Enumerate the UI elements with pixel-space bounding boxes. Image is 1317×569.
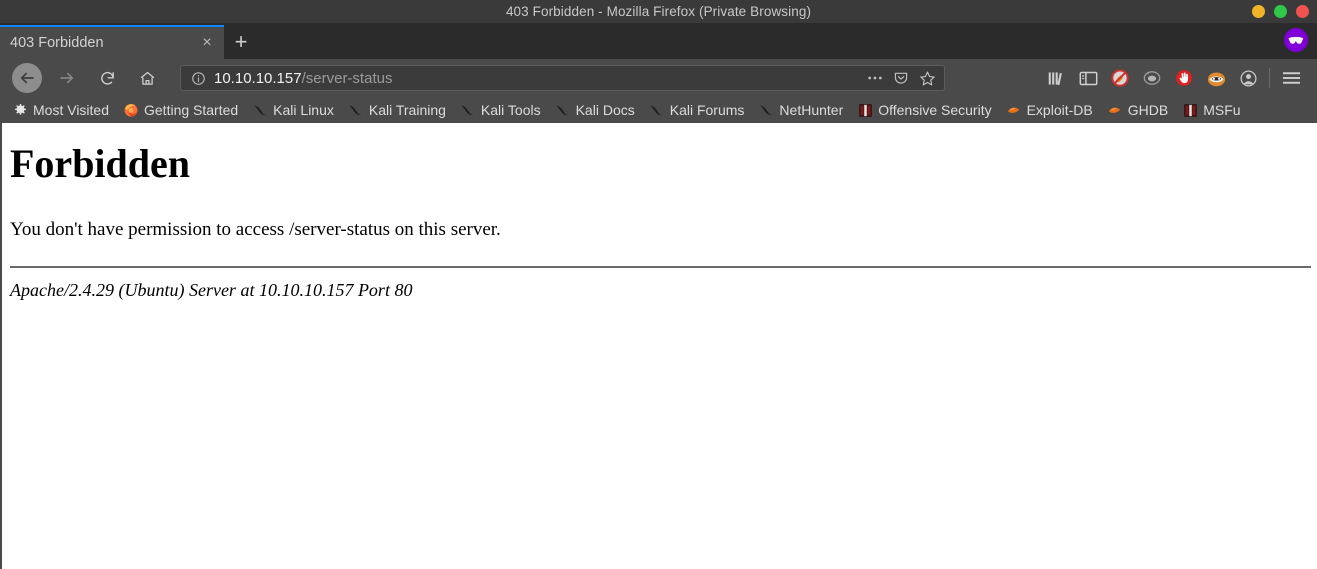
offsec-icon bbox=[1182, 102, 1198, 118]
bookmark-label: Exploit-DB bbox=[1026, 102, 1093, 118]
bookmark-label: Kali Tools bbox=[480, 102, 541, 118]
bookmarks-bar: Most Visited Getting Started Kali Linux … bbox=[0, 97, 1317, 123]
ellipsis-icon bbox=[868, 76, 882, 80]
sidebar-icon[interactable] bbox=[1072, 63, 1104, 93]
account-icon[interactable] bbox=[1232, 63, 1264, 93]
page-viewport: Forbidden You don't have permission to a… bbox=[0, 123, 1317, 569]
bookmark-label: Kali Docs bbox=[575, 102, 635, 118]
bookmark-label: NetHunter bbox=[779, 102, 844, 118]
kali-dragon-icon bbox=[555, 102, 571, 118]
home-icon bbox=[140, 71, 154, 85]
firefox-icon bbox=[123, 102, 139, 118]
tab-403-forbidden[interactable]: 403 Forbidden × bbox=[0, 25, 224, 59]
reload-button[interactable] bbox=[92, 63, 122, 93]
error-message: You don't have permission to access /ser… bbox=[10, 219, 501, 240]
bookmark-star-icon[interactable] bbox=[919, 70, 936, 87]
noscript-icon[interactable] bbox=[1104, 63, 1136, 93]
kali-dragon-icon bbox=[252, 102, 268, 118]
extension-gray-icon[interactable] bbox=[1136, 63, 1168, 93]
home-button[interactable] bbox=[132, 63, 162, 93]
horizontal-rule bbox=[10, 265, 1311, 268]
bookmark-kali-training[interactable]: Kali Training bbox=[346, 99, 452, 121]
bookmark-label: Kali Training bbox=[368, 102, 446, 118]
bookmark-label: Most Visited bbox=[33, 102, 109, 118]
url-text[interactable]: 10.10.10.157/server-status bbox=[214, 70, 867, 87]
pocket-icon[interactable] bbox=[893, 70, 909, 86]
offsec-icon bbox=[857, 102, 873, 118]
tab-title: 403 Forbidden bbox=[10, 35, 104, 51]
kali-dragon-icon bbox=[460, 102, 476, 118]
forward-button[interactable] bbox=[52, 63, 82, 93]
bookmark-nethunter[interactable]: NetHunter bbox=[756, 99, 849, 121]
bookmark-label: Kali Linux bbox=[273, 102, 334, 118]
address-bar[interactable]: 10.10.10.157/server-status bbox=[180, 65, 945, 91]
maximize-button[interactable] bbox=[1274, 5, 1287, 18]
close-button[interactable] bbox=[1296, 5, 1309, 18]
bookmark-label: MSFu bbox=[1203, 102, 1241, 118]
bookmark-label: Kali Forums bbox=[669, 102, 745, 118]
navigation-toolbar: 10.10.10.157/server-status bbox=[0, 59, 1317, 97]
bookmark-offensive-security[interactable]: Offensive Security bbox=[855, 99, 997, 121]
ublock-stop-icon[interactable] bbox=[1168, 63, 1200, 93]
info-icon[interactable] bbox=[189, 69, 207, 87]
new-tab-button[interactable]: + bbox=[224, 25, 258, 59]
kali-dragon-icon bbox=[758, 102, 774, 118]
browser-window: 403 Forbidden - Mozilla Firefox (Private… bbox=[0, 0, 1317, 569]
bookmark-ghdb[interactable]: GHDB bbox=[1105, 99, 1174, 121]
toolbar-icon-group bbox=[1040, 63, 1311, 93]
bookmark-kali-forums[interactable]: Kali Forums bbox=[647, 99, 751, 121]
exploitdb-icon bbox=[1006, 102, 1022, 118]
private-browsing-mask-icon bbox=[1284, 28, 1308, 52]
bookmark-label: GHDB bbox=[1127, 102, 1169, 118]
url-path: /server-status bbox=[301, 69, 393, 87]
bookmark-label: Offensive Security bbox=[878, 102, 992, 118]
exploitdb-icon bbox=[1107, 102, 1123, 118]
bookmark-kali-linux[interactable]: Kali Linux bbox=[250, 99, 340, 121]
bookmark-msfu[interactable]: MSFu bbox=[1180, 99, 1246, 121]
reload-icon bbox=[100, 71, 114, 85]
back-button[interactable] bbox=[12, 63, 42, 93]
bookmark-getting-started[interactable]: Getting Started bbox=[121, 99, 244, 121]
bookmark-label: Getting Started bbox=[144, 102, 239, 118]
page-title: Forbidden bbox=[10, 141, 191, 186]
minimize-button[interactable] bbox=[1252, 5, 1265, 18]
privacy-badger-icon[interactable] bbox=[1200, 63, 1232, 93]
gear-icon bbox=[12, 102, 28, 118]
kali-dragon-icon bbox=[348, 102, 364, 118]
back-arrow-icon bbox=[20, 72, 34, 84]
bookmark-most-visited[interactable]: Most Visited bbox=[10, 99, 115, 121]
menu-hamburger-icon[interactable] bbox=[1275, 63, 1307, 93]
bookmark-kali-docs[interactable]: Kali Docs bbox=[553, 99, 641, 121]
forward-arrow-icon bbox=[60, 72, 73, 84]
page-actions-icon[interactable] bbox=[867, 75, 883, 81]
bookmark-exploit-db[interactable]: Exploit-DB bbox=[1004, 99, 1099, 121]
bookmark-kali-tools[interactable]: Kali Tools bbox=[458, 99, 547, 121]
window-titlebar: 403 Forbidden - Mozilla Firefox (Private… bbox=[0, 0, 1317, 23]
url-action-buttons bbox=[867, 70, 938, 87]
url-host: 10.10.10.157 bbox=[214, 69, 302, 87]
tab-strip: 403 Forbidden × + bbox=[0, 23, 1317, 59]
kali-dragon-icon bbox=[649, 102, 665, 118]
apache-error-page: Forbidden You don't have permission to a… bbox=[2, 123, 1317, 309]
window-controls bbox=[1252, 0, 1309, 23]
library-icon[interactable] bbox=[1040, 63, 1072, 93]
window-title: 403 Forbidden - Mozilla Firefox (Private… bbox=[505, 4, 812, 19]
tab-close-icon[interactable]: × bbox=[198, 35, 216, 51]
toolbar-separator bbox=[1269, 68, 1270, 88]
server-signature: Apache/2.4.29 (Ubuntu) Server at 10.10.1… bbox=[10, 279, 413, 300]
